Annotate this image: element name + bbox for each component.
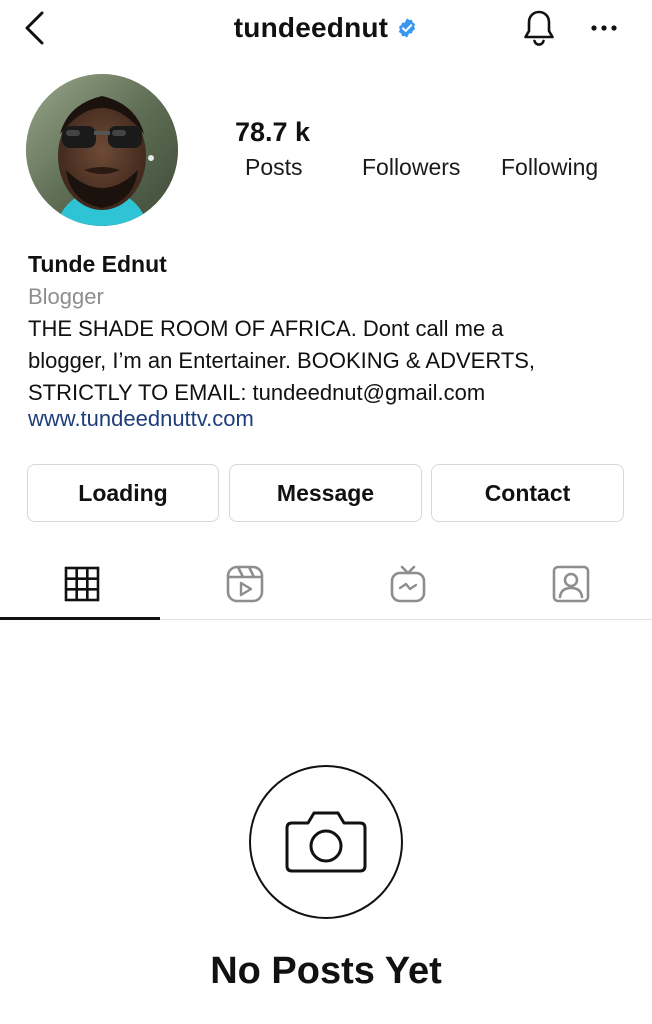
website-link[interactable]: www.tundeednuttv.com: [28, 406, 254, 432]
tab-igtv[interactable]: [326, 548, 489, 620]
profile-tabs: [0, 548, 652, 620]
grid-icon: [64, 566, 99, 602]
reels-icon: [226, 565, 263, 603]
posts-count: 78.7 k: [235, 117, 311, 147]
posts-label[interactable]: Posts: [245, 154, 303, 181]
contact-button[interactable]: Contact: [431, 464, 624, 522]
profile-name: Tunde Ednut: [28, 251, 167, 277]
following-label[interactable]: Following: [501, 154, 598, 181]
loading-button[interactable]: Loading: [27, 464, 219, 522]
empty-state-camera: [249, 765, 403, 919]
tagged-icon: [552, 565, 589, 603]
followers-label[interactable]: Followers: [362, 154, 460, 181]
tab-reels[interactable]: [163, 548, 326, 620]
profile-avatar[interactable]: [26, 74, 178, 226]
tab-tagged[interactable]: [489, 548, 652, 620]
bio-line: STRICTLY TO EMAIL: tundeednut@gmail.com: [28, 380, 486, 405]
igtv-icon: [390, 565, 425, 603]
profile-photo: [26, 74, 178, 226]
verified-badge-icon: [399, 18, 416, 38]
bell-icon: [524, 10, 554, 46]
more-options-button[interactable]: [584, 10, 624, 46]
notifications-button[interactable]: [518, 6, 560, 50]
empty-state-title: No Posts Yet: [210, 950, 442, 992]
profile-bio: THE SHADE ROOM OF AFRICA. Dont call me a…: [28, 313, 628, 409]
top-bar: tundeednut: [0, 0, 652, 56]
more-horizontal-icon: [591, 25, 617, 31]
active-tab-indicator: [0, 617, 160, 620]
bio-line: blogger, I’m an Entertainer. BOOKING & A…: [28, 348, 536, 373]
profile-category: Blogger: [28, 284, 104, 309]
message-button[interactable]: Message: [229, 464, 422, 522]
camera-icon: [285, 811, 367, 873]
username-title: tundeednut: [233, 12, 389, 43]
bio-line: THE SHADE ROOM OF AFRICA. Dont call me a: [28, 316, 504, 341]
tab-posts-grid[interactable]: [0, 548, 163, 620]
